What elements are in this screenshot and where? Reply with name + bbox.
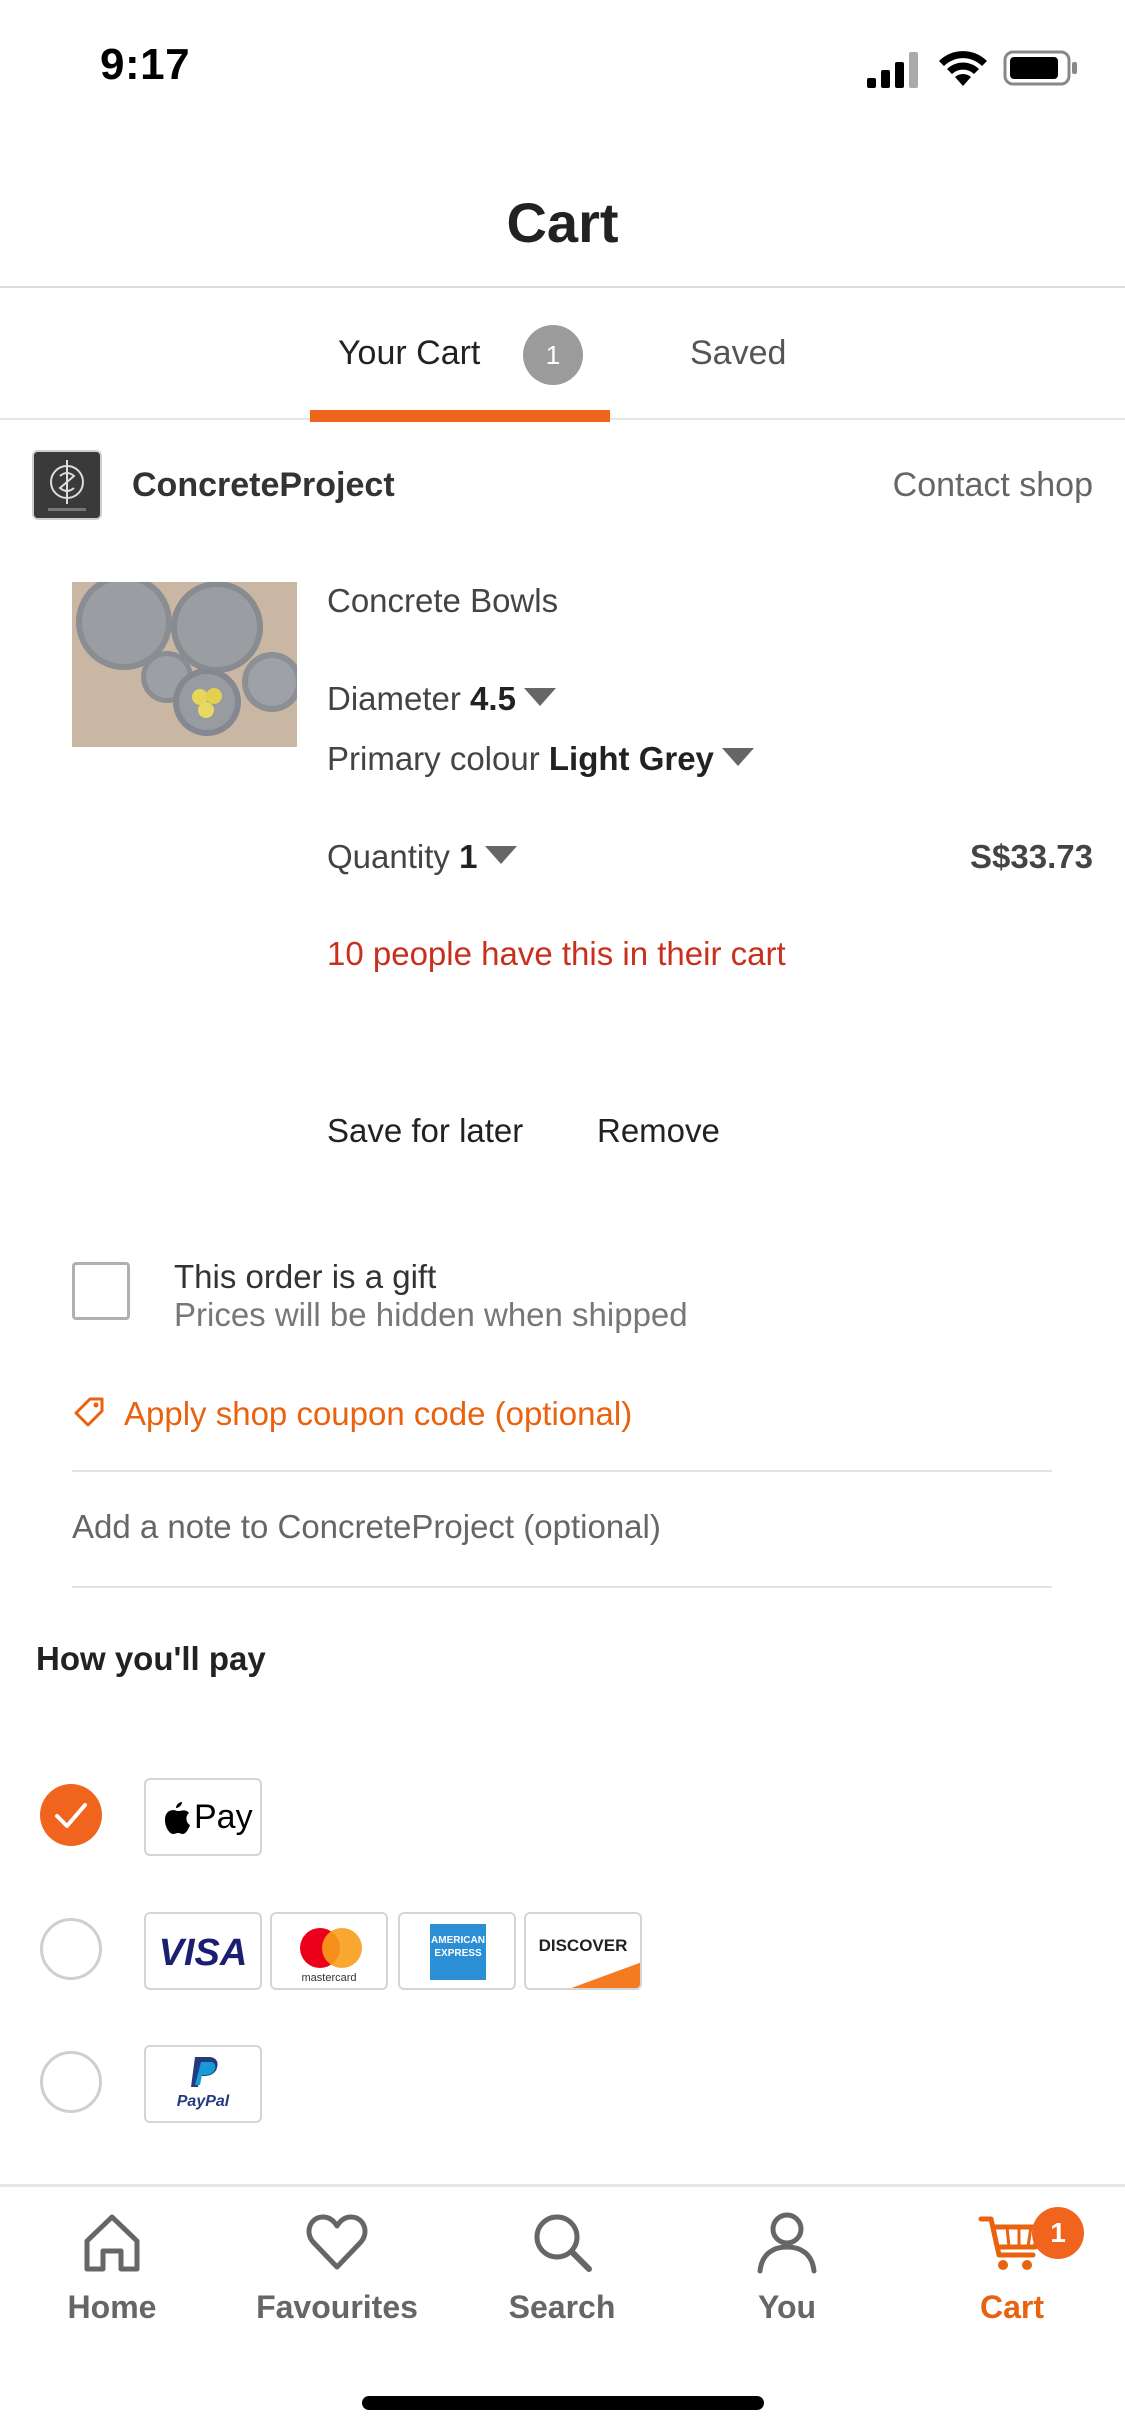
nav-home-label: Home [67,2289,157,2325]
item-title[interactable]: Concrete Bowls [327,582,558,620]
shop-logo-icon [34,452,100,518]
apple-pay-text: Pay [194,1798,253,1836]
checkmark-icon [55,1803,87,1828]
save-for-later-button[interactable]: Save for later [327,1112,523,1150]
paypal-p-icon [191,2057,218,2087]
status-bar: 9:17 [0,0,1125,132]
cart-count-badge: 1 [523,325,583,385]
nav-cart-label: Cart [979,2289,1044,2325]
diameter-value: 4.5 [470,680,516,717]
cart-tabs: Your Cart 1 Saved [0,290,1125,422]
mastercard-logo: mastercard [270,1912,388,1990]
divider [72,1470,1052,1472]
page-title: Cart [506,191,619,254]
shop-row: ConcreteProject Contact shop [0,420,1125,550]
battery-icon [1003,50,1077,86]
item-price: S$33.73 [970,838,1093,875]
cart-header: Cart [0,160,1125,288]
item-thumbnail[interactable] [72,582,297,747]
tab-your-cart-label: Your Cart [338,334,481,372]
diameter-selector[interactable]: Diameter 4.5 [327,680,556,718]
nav-search-label: Search [508,2289,616,2325]
quantity-value: 1 [459,838,478,875]
divider [72,1586,1052,1588]
paypal-text: PayPal [176,2093,230,2110]
discover-logo: DISCOVER [524,1912,642,1990]
nav-favourites-label: Favourites [256,2289,418,2325]
concrete-bowls-image [72,582,297,747]
nav-you-label: You [757,2289,817,2325]
chevron-down-icon [523,688,556,707]
status-time: 9:17 [100,40,191,89]
cellular-signal-icon [867,52,918,88]
nav-search[interactable]: Search [462,2207,662,2337]
gift-checkbox[interactable] [72,1262,130,1320]
colour-label: Primary colour [327,740,540,777]
wifi-icon [939,51,987,86]
apple-icon [165,1802,190,1834]
status-icons [865,48,1085,92]
heart-icon [306,2214,368,2270]
amex-logo: AMERICAN EXPRESS [398,1912,516,1990]
paypal-radio[interactable] [40,2051,102,2113]
shop-name[interactable]: ConcreteProject [132,466,395,505]
payment-section-title: How you'll pay [36,1640,266,1677]
mastercard-text: mastercard [301,1972,357,1984]
paypal-logo[interactable]: PayPal [144,2045,262,2123]
card-payment-radio[interactable] [40,1918,102,1980]
nav-home[interactable]: Home [12,2207,212,2337]
colour-selector[interactable]: Primary colour Light Grey [327,740,754,778]
person-icon [757,2212,817,2274]
apple-pay-radio[interactable] [40,1784,102,1846]
chevron-down-icon [485,846,518,865]
diameter-label: Diameter [327,680,461,717]
nav-favourites[interactable]: Favourites [237,2207,437,2337]
coupon-label: Apply shop coupon code (optional) [124,1395,633,1432]
search-icon [534,2214,592,2272]
mastercard-circles-icon [300,1928,362,1968]
shop-avatar[interactable] [32,450,102,520]
home-indicator[interactable] [362,2396,764,2410]
shop-note-field[interactable] [72,1508,1052,1546]
nav-cart[interactable]: Cart 1 [912,2207,1112,2337]
visa-text: VISA [158,1932,248,1974]
remove-button[interactable]: Remove [597,1112,720,1150]
visa-logo: VISA [144,1912,262,1990]
quantity-selector[interactable]: Quantity 1 [327,838,518,876]
gift-subtitle: Prices will be hidden when shipped [174,1296,688,1333]
cart-popularity-alert: 10 people have this in their cart [327,935,786,972]
chevron-down-icon [721,748,754,767]
contact-shop-link[interactable]: Contact shop [893,466,1093,505]
tab-your-cart[interactable]: Your Cart 1 [310,290,610,422]
colour-value: Light Grey [548,740,714,777]
quantity-label: Quantity [327,838,450,875]
home-icon [84,2214,140,2272]
apple-pay-logo[interactable]: Pay [144,1778,262,1856]
nav-you[interactable]: You [687,2207,887,2337]
tab-saved[interactable]: Saved [690,334,786,373]
amex-text: AMERICAN EXPRESS [431,1935,485,1959]
tag-icon [74,1397,104,1427]
gift-title: This order is a gift [174,1258,437,1295]
discover-swoosh-icon [571,1962,640,1988]
nav-cart-badge: 1 [1032,2207,1084,2259]
